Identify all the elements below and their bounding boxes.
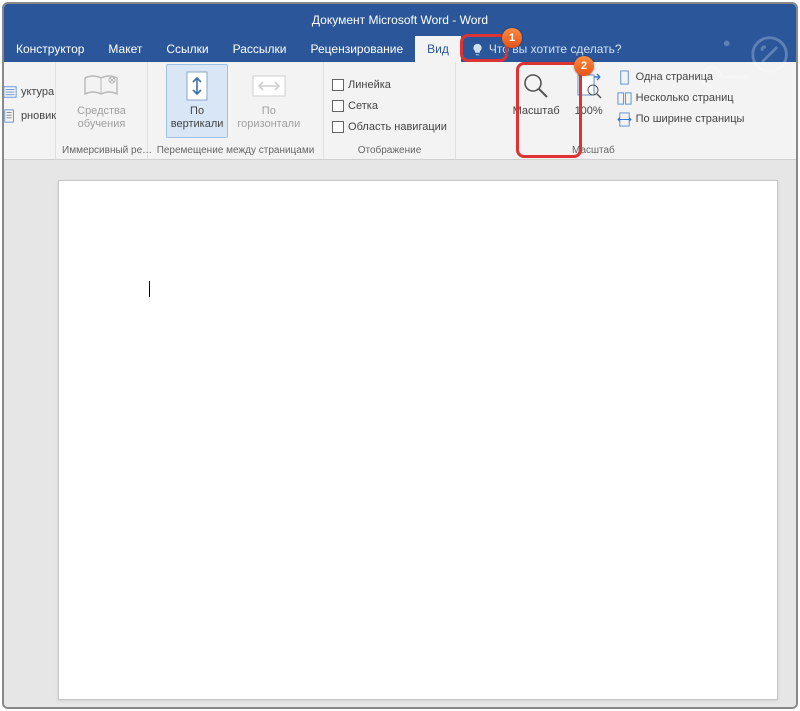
page-width-icon bbox=[617, 112, 632, 127]
page-container bbox=[28, 160, 796, 707]
title-bar: Документ Microsoft Word - Word bbox=[4, 4, 796, 36]
group-pagemove: Повертикали Погоризонтали Перемещение ме… bbox=[148, 62, 324, 159]
checkbox-icon bbox=[332, 121, 344, 133]
draft-icon bbox=[3, 109, 17, 123]
view-draft-label: рновик bbox=[21, 110, 56, 122]
horizontal-pages-button[interactable]: Погоризонтали bbox=[232, 64, 305, 138]
zoom-button[interactable]: Масштаб bbox=[508, 64, 565, 138]
document-area bbox=[4, 160, 796, 707]
zoom-100-button[interactable]: 100% bbox=[569, 64, 609, 138]
ribbon-tabs: Конструктор Макет Ссылки Рассылки Реценз… bbox=[4, 36, 796, 62]
one-page-button[interactable]: Одна страница bbox=[617, 68, 745, 86]
group-zoom: Масштаб 100% Одна страница Несколько bbox=[456, 62, 796, 159]
ruler-checkbox[interactable]: Линейка bbox=[332, 76, 391, 94]
text-cursor bbox=[149, 281, 150, 297]
tab-vid[interactable]: Вид bbox=[415, 36, 461, 62]
group-zoom-label: Масштаб bbox=[462, 143, 790, 159]
one-page-icon bbox=[617, 70, 632, 85]
lightbulb-icon bbox=[471, 43, 484, 56]
vertical-pages-button[interactable]: Повертикали bbox=[166, 64, 229, 138]
page-width-button[interactable]: По ширине страницы bbox=[617, 110, 745, 128]
checkbox-icon bbox=[332, 100, 344, 112]
ribbon: уктура рновик Средстваобучения Иммерси bbox=[4, 62, 796, 160]
checkbox-icon bbox=[332, 79, 344, 91]
view-outline[interactable]: уктура bbox=[3, 83, 54, 101]
tab-maket[interactable]: Макет bbox=[96, 36, 154, 62]
badge-1: 1 bbox=[502, 28, 522, 48]
badge-2: 2 bbox=[574, 56, 594, 76]
group-immersive-label: Иммерсивный ре… bbox=[62, 143, 141, 159]
outline-icon bbox=[3, 85, 17, 99]
group-immersive: Средстваобучения Иммерсивный ре… bbox=[56, 62, 148, 159]
group-display-label: Отображение bbox=[330, 143, 449, 159]
tab-rassylki[interactable]: Рассылки bbox=[221, 36, 299, 62]
learning-tools-icon bbox=[83, 69, 119, 103]
group-pagemove-label: Перемещение между страницами bbox=[154, 143, 317, 159]
window-title: Документ Microsoft Word - Word bbox=[312, 13, 488, 27]
zoom-icon bbox=[521, 69, 551, 103]
vertical-ruler-gutter bbox=[4, 160, 28, 707]
tab-ssylki[interactable]: Ссылки bbox=[154, 36, 220, 62]
view-draft[interactable]: рновик bbox=[3, 107, 56, 125]
group-views-label bbox=[10, 143, 49, 159]
horizontal-pages-icon bbox=[251, 69, 287, 103]
learning-tools-button[interactable]: Средстваобучения bbox=[72, 64, 131, 138]
view-outline-label: уктура bbox=[21, 86, 54, 98]
vertical-pages-icon bbox=[184, 69, 210, 103]
multi-page-icon bbox=[617, 91, 632, 106]
group-views: уктура рновик bbox=[4, 62, 56, 159]
multi-page-button[interactable]: Несколько страниц bbox=[617, 89, 745, 107]
tab-recenzirovanie[interactable]: Рецензирование bbox=[299, 36, 416, 62]
tell-me[interactable]: Что вы хотите сделать? bbox=[461, 36, 632, 62]
group-display: Линейка Сетка Область навигации Отображе… bbox=[324, 62, 456, 159]
tab-konstruktor[interactable]: Конструктор bbox=[4, 36, 96, 62]
document-page[interactable] bbox=[58, 180, 778, 700]
gridlines-checkbox[interactable]: Сетка bbox=[332, 97, 378, 115]
navpane-checkbox[interactable]: Область навигации bbox=[332, 118, 447, 136]
